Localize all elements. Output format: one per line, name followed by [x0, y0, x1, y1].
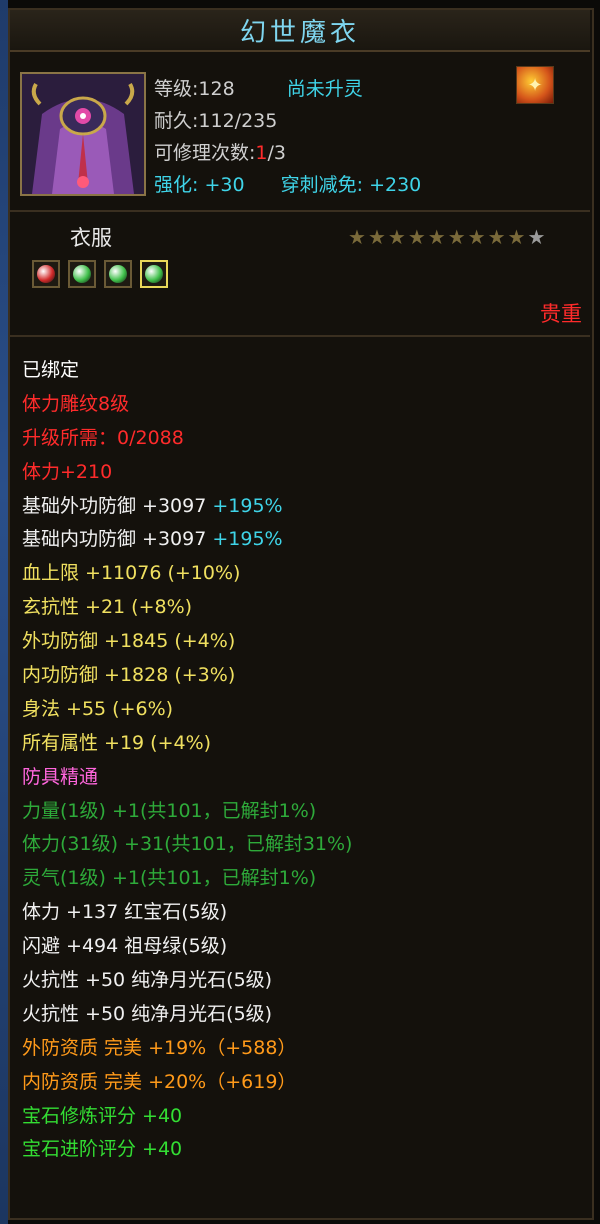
attribute-row: 基础外功防御 +3097 +195% — [22, 490, 352, 524]
level-row: 等级:128 尚未升灵 — [154, 74, 363, 101]
attribute-row: 防具精通 — [22, 761, 352, 795]
attribute-row: 内防资质 完美 +20%（+619） — [22, 1066, 352, 1100]
attribute-row: 火抗性 +50 纯净月光石(5级) — [22, 964, 352, 998]
star-icon: ★ — [348, 225, 366, 249]
attribute-bonus: +195% — [206, 528, 283, 551]
attribute-row: 宝石进阶评分 +40 — [22, 1133, 352, 1167]
soul-fire-icon: ✦ — [516, 66, 554, 104]
attribute-text: 身法 +55 (+6%) — [22, 697, 174, 720]
attribute-text: 力量(1级) +1(共101，已解封1%) — [22, 799, 317, 822]
attribute-text: 外功防御 +1845 (+4%) — [22, 630, 236, 653]
divider — [10, 335, 590, 337]
enhance-row: 强化: +30 穿刺减免: +230 — [154, 170, 421, 197]
enhance-label: 强化: — [154, 174, 199, 196]
attribute-row: 体力雕纹8级 — [22, 388, 352, 422]
attribute-row: 已绑定 — [22, 354, 352, 388]
durability-label: 耐久: — [154, 110, 199, 132]
green-gem-icon — [109, 265, 127, 283]
attribute-row: 火抗性 +50 纯净月光石(5级) — [22, 998, 352, 1032]
attribute-row: 体力+210 — [22, 456, 352, 490]
attribute-text: 防具精通 — [22, 765, 99, 788]
attribute-row: 宝石修炼评分 +40 — [22, 1100, 352, 1134]
attribute-row: 体力 +137 红宝石(5级) — [22, 896, 352, 930]
attribute-text: 升级所需：0/2088 — [22, 426, 184, 449]
gem-socket[interactable] — [68, 260, 96, 288]
attribute-row: 灵气(1级) +1(共101，已解封1%) — [22, 862, 352, 896]
star-icon: ★ — [427, 225, 446, 249]
red-gem-icon — [37, 265, 55, 283]
enhance-value: +30 — [204, 174, 245, 196]
green-gem-icon — [73, 265, 91, 283]
star-icon: ★ — [507, 225, 526, 249]
attribute-text: 内功防御 +1828 (+3%) — [22, 664, 236, 687]
star-icon: ★ — [367, 225, 386, 249]
attribute-row: 体力(31级) +31(共101，已解封31%) — [22, 828, 352, 862]
soul-status: 尚未升灵 — [286, 78, 363, 100]
star-icon: ★ — [467, 225, 486, 249]
gem-socket[interactable] — [104, 260, 132, 288]
attribute-text: 体力 +137 红宝石(5级) — [22, 901, 228, 924]
attribute-text: 体力(31级) +31(共101，已解封31%) — [22, 833, 353, 856]
attribute-bonus: +195% — [206, 494, 283, 517]
star-rating: ★ ★ ★ ★ ★ ★ ★ ★ ★ ★ — [348, 225, 545, 249]
attribute-row: 外功防御 +1845 (+4%) — [22, 625, 352, 659]
attribute-row: 基础内功防御 +3097 +195% — [22, 523, 352, 557]
attribute-text: 外防资质 完美 +19%（+588） — [22, 1036, 297, 1059]
attribute-text: 已绑定 — [22, 359, 80, 381]
attribute-text: 宝石进阶评分 +40 — [22, 1138, 183, 1161]
star-icon: ★ — [487, 225, 506, 249]
star-icon: ★ — [407, 225, 426, 249]
repair-label: 可修理次数: — [154, 142, 256, 164]
attribute-list: 已绑定体力雕纹8级升级所需：0/2088 体力+210 基础外功防御 +3097 +… — [22, 354, 352, 1167]
attribute-text: 基础外功防御 +3097 — [22, 494, 207, 517]
attribute-row: 力量(1级) +1(共101，已解封1%) — [22, 795, 352, 829]
pierce-value: +230 — [369, 174, 422, 196]
attribute-text: 火抗性 +50 纯净月光石(5级) — [22, 969, 273, 992]
attribute-row: 外防资质 完美 +19%（+588） — [22, 1032, 352, 1066]
green-gem-icon — [145, 265, 163, 283]
attribute-row: 身法 +55 (+6%) — [22, 693, 352, 727]
attribute-row: 血上限 +11076 (+10%) — [22, 557, 352, 591]
level-label: 等级: — [154, 78, 199, 100]
attribute-row: 所有属性 +19 (+4%) — [22, 727, 352, 761]
attribute-text: 火抗性 +50 纯净月光石(5级) — [22, 1002, 273, 1025]
attribute-row: 玄抗性 +21 (+8%) — [22, 591, 352, 625]
star-icon: ★ — [387, 225, 406, 249]
repair-used: 1 — [255, 142, 268, 164]
attribute-text: 基础内功防御 +3097 — [22, 528, 207, 551]
gem-socket[interactable] — [32, 260, 60, 288]
attribute-text: 闪避 +494 祖母绿(5级) — [22, 935, 228, 958]
attribute-text: 内防资质 完美 +20%（+619） — [22, 1070, 297, 1093]
attribute-row: 升级所需：0/2088 — [22, 422, 352, 456]
gem-socket[interactable] — [140, 260, 168, 288]
attribute-text: 所有属性 +19 (+4%) — [22, 731, 212, 754]
attribute-text: 宝石修炼评分 +40 — [22, 1104, 183, 1127]
level-value: 128 — [198, 78, 235, 100]
attribute-text: 灵气(1级) +1(共101，已解封1%) — [22, 867, 317, 890]
attribute-row: 内功防御 +1828 (+3%) — [22, 659, 352, 693]
durability-row: 耐久:112/235 — [154, 106, 277, 133]
attribute-text: 体力+210 — [22, 460, 113, 483]
repair-row: 可修理次数:1/3 — [154, 138, 286, 165]
equip-slot-label: 衣服 — [70, 226, 112, 250]
window-left-edge — [0, 0, 8, 1224]
item-portrait — [20, 72, 146, 196]
attribute-row: 闪避 +494 祖母绿(5级) — [22, 930, 352, 964]
durability-value: 112/235 — [198, 110, 278, 132]
star-icon: ★ — [527, 225, 546, 249]
pierce-label: 穿刺减免: — [280, 174, 364, 196]
rarity-label: 贵重 — [540, 302, 582, 326]
repair-total: /3 — [267, 142, 287, 164]
divider — [10, 210, 590, 212]
star-icon: ★ — [447, 225, 466, 249]
attribute-text: 玄抗性 +21 (+8%) — [22, 596, 193, 619]
gem-sockets — [32, 260, 168, 288]
attribute-text: 血上限 +11076 (+10%) — [22, 562, 241, 585]
item-name: 幻世魔衣 — [239, 17, 360, 48]
title-bar: 幻世魔衣 — [10, 10, 590, 52]
attribute-text: 体力雕纹8级 — [22, 392, 130, 415]
